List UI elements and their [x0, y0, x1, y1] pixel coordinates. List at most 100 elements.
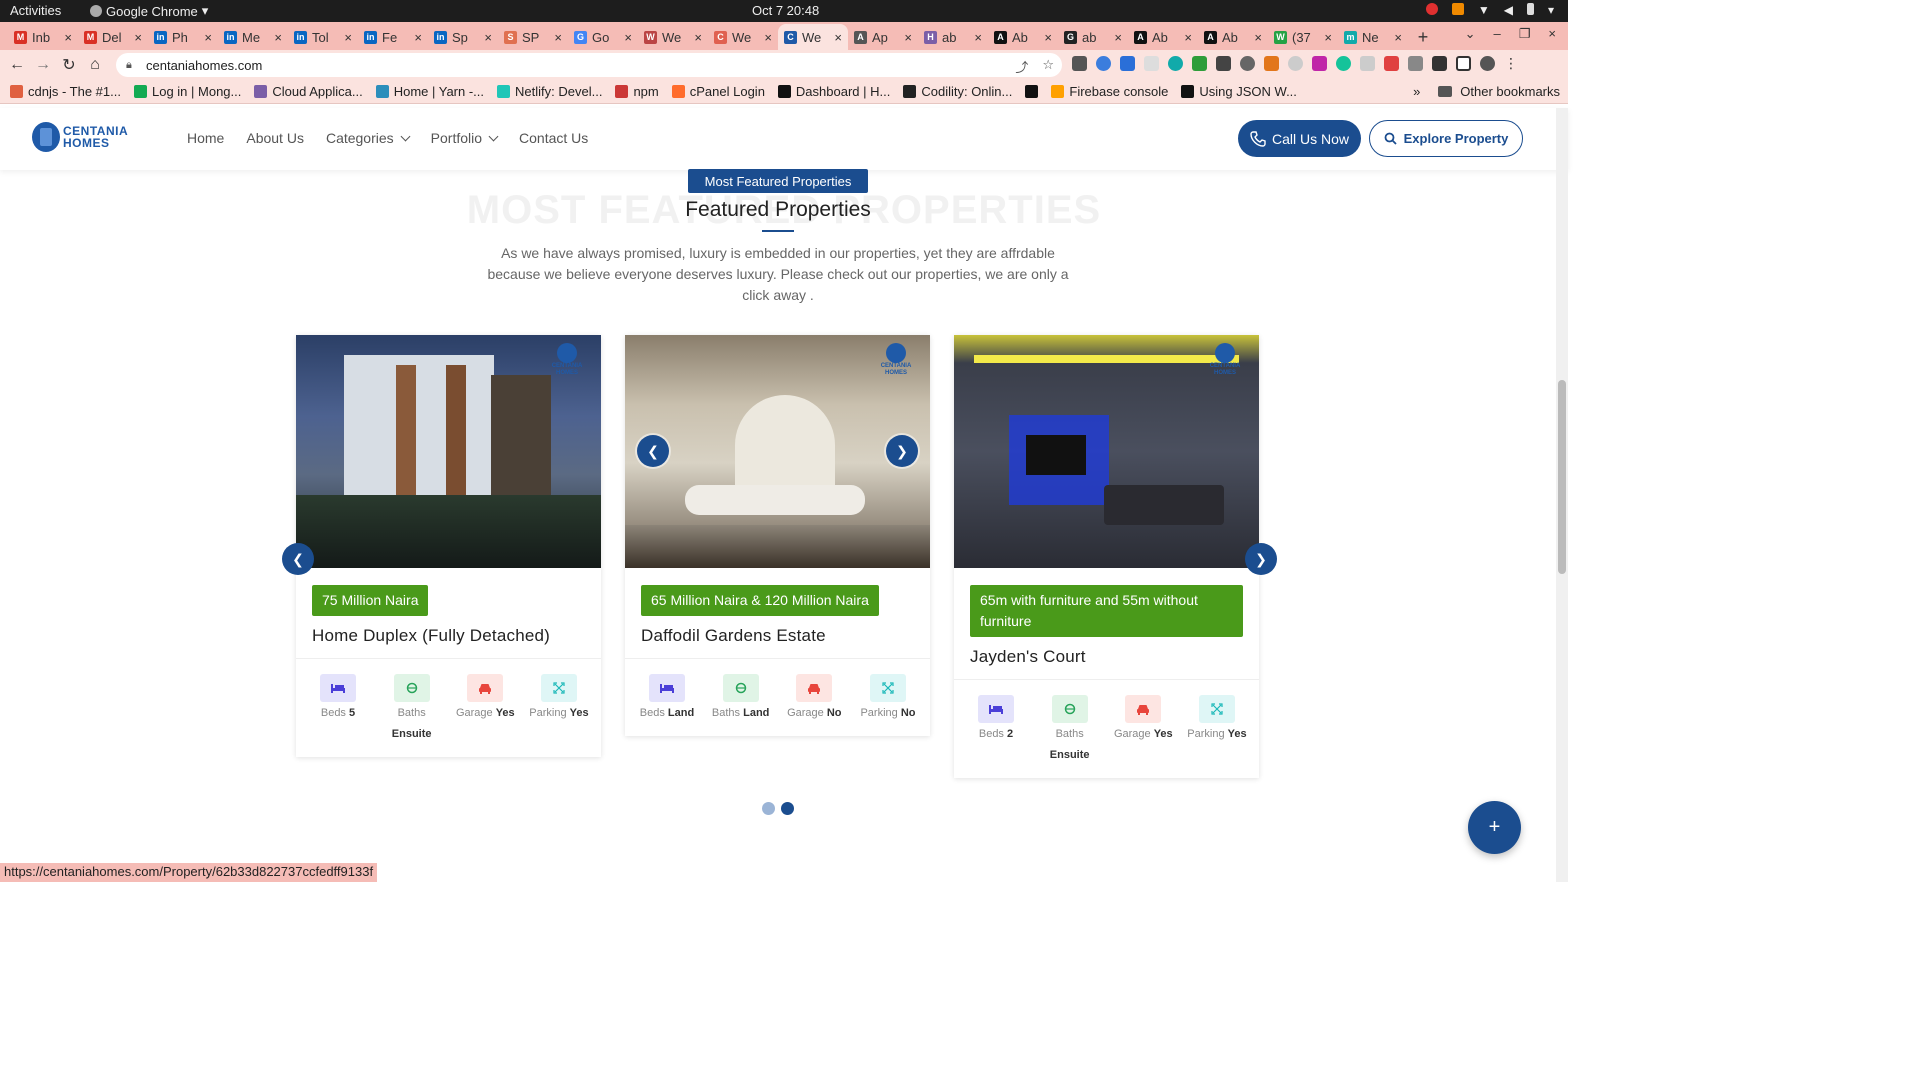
bookmark-item[interactable]: cdnjs - The #1...: [10, 84, 121, 99]
bookmark-item[interactable]: cPanel Login: [671, 84, 765, 99]
carousel-next-button[interactable]: ❯: [1245, 543, 1277, 575]
browser-tab[interactable]: W (37 ×: [1268, 24, 1338, 50]
browser-tab[interactable]: Gab ×: [1058, 24, 1128, 50]
share-icon[interactable]: ⤴: [1015, 57, 1028, 76]
site-logo[interactable]: CENTANIA HOMES: [32, 122, 128, 152]
floating-action-button[interactable]: +: [1468, 801, 1521, 854]
tab-close-icon[interactable]: ×: [624, 30, 632, 45]
carousel-dot[interactable]: [762, 802, 775, 815]
vlc-icon[interactable]: [1451, 3, 1464, 15]
property-image[interactable]: CENTANIA HOMES: [625, 335, 930, 568]
bookmark-item[interactable]: Home | Yarn -...: [375, 84, 484, 99]
tab-close-icon[interactable]: ×: [764, 30, 772, 45]
tab-close-icon[interactable]: ×: [1044, 30, 1052, 45]
clock[interactable]: Oct 7 20:48: [752, 3, 819, 18]
tab-close-icon[interactable]: ×: [64, 30, 72, 45]
power-menu-icon[interactable]: ▾: [1548, 3, 1554, 17]
tab-close-icon[interactable]: ×: [484, 30, 492, 45]
app-menu[interactable]: Google Chrome ▾: [90, 3, 208, 19]
browser-tab[interactable]: A Ab ×: [1198, 24, 1268, 50]
browser-tab[interactable]: in Sp ×: [428, 24, 498, 50]
browser-tab[interactable]: Hab ×: [918, 24, 988, 50]
wifi-icon[interactable]: ▼: [1478, 3, 1490, 17]
bookmark-item[interactable]: Cloud Applica...: [254, 84, 363, 99]
carousel-prev-button[interactable]: ❮: [282, 543, 314, 575]
browser-tab[interactable]: M Del ×: [78, 24, 148, 50]
browser-tab[interactable]: G Go ×: [568, 24, 638, 50]
grammarly-icon[interactable]: [1336, 56, 1351, 71]
menu-kebab-icon[interactable]: ⋮: [1504, 56, 1518, 71]
page-scrollbar[interactable]: [1556, 108, 1568, 882]
reload-button[interactable]: ↻: [56, 52, 82, 78]
tab-close-icon[interactable]: ×: [1254, 30, 1262, 45]
new-tab-button[interactable]: +: [1408, 24, 1438, 50]
puzzle-icon[interactable]: [1432, 56, 1447, 71]
bookmark-item[interactable]: Netlify: Devel...: [497, 84, 602, 99]
image-next-button[interactable]: ❯: [886, 435, 918, 467]
browser-tab[interactable]: W We ×: [638, 24, 708, 50]
tab-close-icon[interactable]: ×: [1114, 30, 1122, 45]
carousel-dot-active[interactable]: [781, 802, 794, 815]
browser-tab[interactable]: in Me ×: [218, 24, 288, 50]
metamask-icon[interactable]: [1264, 56, 1279, 71]
bookmark-item[interactable]: Firebase console: [1051, 84, 1168, 99]
system-tray[interactable]: ▼ ◀ ▾: [1425, 3, 1554, 17]
profile-avatar[interactable]: [1480, 56, 1495, 71]
browser-tab[interactable]: in Ph ×: [148, 24, 218, 50]
sidepanel-icon[interactable]: [1456, 56, 1471, 71]
back-button[interactable]: ←: [4, 52, 30, 78]
extension-icon[interactable]: [1360, 56, 1375, 71]
nav-about-us[interactable]: About Us: [246, 130, 304, 146]
bookmark-item[interactable]: Dashboard | H...: [777, 84, 890, 99]
home-button[interactable]: ⌂: [82, 52, 108, 78]
battery-icon[interactable]: [1526, 3, 1534, 15]
bookmark-item[interactable]: Codility: Onlin...: [903, 84, 1012, 99]
property-card[interactable]: CENTANIA HOMES 65m with furniture and 55m…: [954, 335, 1259, 778]
tab-close-icon[interactable]: ×: [274, 30, 282, 45]
address-bar[interactable]: 🔒︎ centaniahomes.com ⤴ ☆: [116, 53, 1062, 77]
browser-tab[interactable]: A Ab ×: [1128, 24, 1198, 50]
evernote-icon[interactable]: [1192, 56, 1207, 71]
extension-icon[interactable]: [1120, 56, 1135, 71]
tab-search-icon[interactable]: ⌄: [1465, 26, 1476, 42]
tab-close-icon[interactable]: ×: [694, 30, 702, 45]
browser-tab[interactable]: C We ×: [708, 24, 778, 50]
property-card[interactable]: CENTANIA HOMES 75 Million Naira Home Dupl…: [296, 335, 601, 757]
extension-icon[interactable]: [1384, 56, 1399, 71]
extension-icon[interactable]: [1408, 56, 1423, 71]
scrollbar-thumb[interactable]: [1558, 380, 1566, 574]
other-bookmarks[interactable]: Other bookmarks: [1460, 84, 1560, 99]
browser-tab[interactable]: A Ap ×: [848, 24, 918, 50]
browser-tab[interactable]: C We ×: [778, 24, 848, 50]
property-title[interactable]: Daffodil Gardens Estate: [641, 626, 914, 646]
property-title[interactable]: Home Duplex (Fully Detached): [312, 626, 585, 646]
browser-tab[interactable]: in Tol ×: [288, 24, 358, 50]
lock-icon[interactable]: 🔒︎: [126, 59, 136, 71]
property-title[interactable]: Jayden's Court: [970, 647, 1243, 667]
minimize-icon[interactable]: –: [1494, 26, 1501, 42]
activities-button[interactable]: Activities: [10, 3, 61, 18]
call-us-now-button[interactable]: Call Us Now: [1238, 120, 1361, 157]
extension-icon[interactable]: [1312, 56, 1327, 71]
browser-tab[interactable]: M Inb ×: [8, 24, 78, 50]
extension-icon[interactable]: [1216, 56, 1231, 71]
extension-icon[interactable]: [1288, 56, 1303, 71]
property-image[interactable]: CENTANIA HOMES: [296, 335, 601, 568]
tab-close-icon[interactable]: ×: [1324, 30, 1332, 45]
tab-close-icon[interactable]: ×: [974, 30, 982, 45]
forward-button[interactable]: →: [30, 52, 56, 78]
extension-icon[interactable]: [1096, 56, 1111, 71]
bookmark-item[interactable]: Log in | Mong...: [133, 84, 241, 99]
tab-close-icon[interactable]: ×: [1394, 30, 1402, 45]
browser-tab[interactable]: A Ab ×: [988, 24, 1058, 50]
nav-portfolio[interactable]: Portfolio: [431, 130, 499, 146]
more-bookmarks-button[interactable]: »: [1413, 84, 1420, 99]
extension-icon[interactable]: [1144, 56, 1159, 71]
browser-tab[interactable]: S SP ×: [498, 24, 568, 50]
notification-icon[interactable]: [1425, 3, 1438, 15]
volume-icon[interactable]: ◀: [1504, 3, 1513, 17]
property-image[interactable]: CENTANIA HOMES: [954, 335, 1259, 568]
nav-home[interactable]: Home: [187, 130, 224, 146]
tab-close-icon[interactable]: ×: [1184, 30, 1192, 45]
browser-tab[interactable]: m Ne ×: [1338, 24, 1408, 50]
